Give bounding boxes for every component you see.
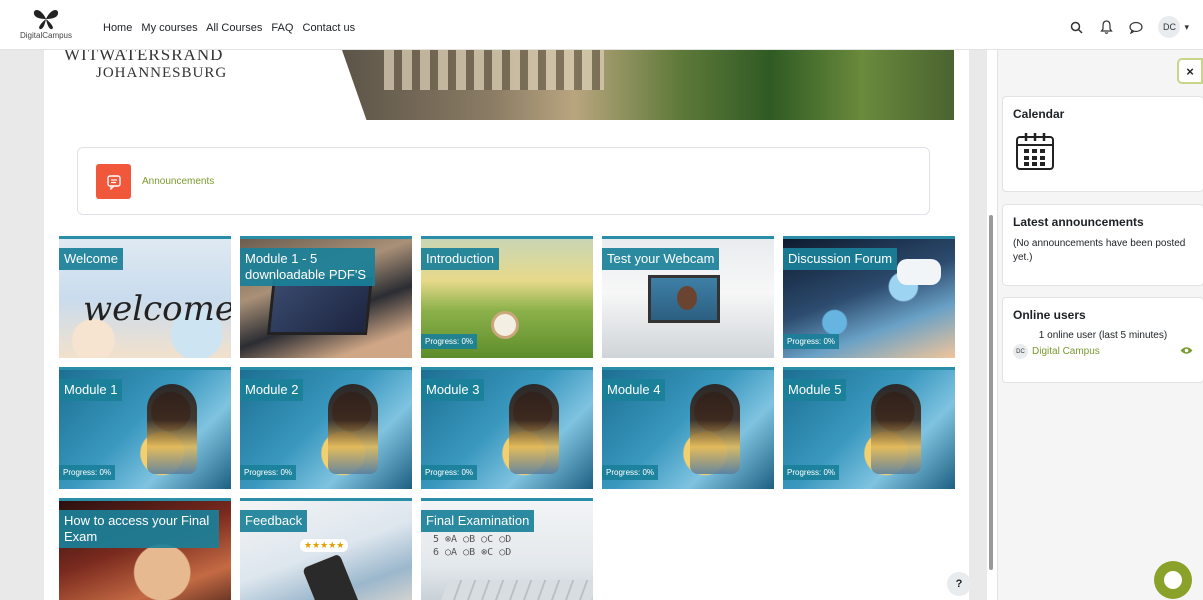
main-nav: Home My courses All Courses FAQ Contact … [103, 22, 361, 34]
webcam-image [648, 275, 720, 323]
person-image [509, 384, 559, 474]
chat-button[interactable] [1154, 561, 1192, 599]
tile-introduction[interactable]: Introduction Progress: 0% [421, 236, 593, 358]
right-drawer: × Calendar Latest announcements (No anno… [997, 50, 1203, 600]
banner-line2: JOHANNESBURG [96, 65, 228, 81]
answer-sheet-image: 5 ⊗A ○B ○C ○D 6 ○A ○B ⊗C ○D [433, 534, 512, 558]
tile-progress: Progress: 0% [783, 465, 840, 480]
calendar-block: Calendar [1002, 96, 1203, 192]
tile-title: Module 2 [240, 379, 304, 401]
tile-access-final-exam[interactable]: How to access your Final Exam [59, 498, 231, 600]
keyboard-image [433, 580, 593, 600]
forum-icon [96, 164, 131, 199]
nav-contact-us[interactable]: Contact us [303, 22, 356, 34]
eye-icon[interactable] [1180, 346, 1193, 358]
tile-progress: Progress: 0% [240, 465, 297, 480]
chevron-down-icon: ▾ [1184, 21, 1189, 32]
banner-text: WITWATERSRAND JOHANNESBURG [64, 50, 227, 82]
content-gutter [969, 50, 987, 600]
course-banner: WITWATERSRAND JOHANNESBURG [44, 50, 954, 120]
site-logo[interactable]: DigitalCampus [14, 8, 78, 44]
course-main: WITWATERSRAND JOHANNESBURG Announcements… [44, 50, 969, 600]
tile-title: Module 5 [783, 379, 847, 401]
calendar-icon[interactable] [1013, 129, 1193, 178]
nav-faq[interactable]: FAQ [271, 22, 293, 34]
latest-announcements-body: (No announcements have been posted yet.) [1013, 238, 1186, 263]
scrollbar[interactable] [989, 215, 993, 570]
top-navbar: DigitalCampus Home My courses All Course… [0, 0, 1203, 50]
tile-title: Introduction [421, 248, 499, 270]
tile-title: How to access your Final Exam [59, 510, 219, 548]
announcements-card[interactable]: Announcements [77, 147, 930, 215]
tile-title: Module 4 [602, 379, 666, 401]
calendar-title: Calendar [1013, 107, 1065, 121]
banner-line1: WITWATERSRAND [64, 50, 224, 64]
person-image [871, 384, 921, 474]
latest-announcements-block: Latest announcements (No announcements h… [1002, 204, 1203, 286]
tile-title: Discussion Forum [783, 248, 898, 270]
nav-all-courses[interactable]: All Courses [206, 22, 262, 34]
tile-progress: Progress: 0% [421, 334, 478, 349]
avatar: DC [1013, 344, 1028, 359]
message-icon[interactable] [1128, 19, 1144, 35]
tile-title: Module 1 - 5 downloadable PDF'S [240, 248, 375, 286]
tile-progress: Progress: 0% [59, 465, 116, 480]
latest-announcements-title: Latest announcements [1013, 215, 1144, 229]
star-rating-image: ★★★★★ [300, 539, 349, 552]
banner-pillars [384, 50, 604, 90]
tile-module-pdfs[interactable]: Module 1 - 5 downloadable PDF'S [240, 236, 412, 358]
tile-title: Final Examination [421, 510, 535, 532]
nav-home[interactable]: Home [103, 22, 132, 34]
search-icon[interactable] [1068, 19, 1084, 35]
tile-module-5[interactable]: Module 5 Progress: 0% [783, 367, 955, 489]
tile-progress: Progress: 0% [783, 334, 840, 349]
tile-title: Module 3 [421, 379, 485, 401]
avatar: DC [1158, 16, 1181, 38]
tile-welcome[interactable]: welcome Welcome [59, 236, 231, 358]
tile-title: Welcome [59, 248, 123, 270]
online-users-count: 1 online user (last 5 minutes) [1038, 330, 1168, 341]
bell-icon[interactable] [1098, 19, 1114, 35]
online-users-title: Online users [1013, 308, 1086, 322]
person-image [328, 384, 378, 474]
online-user-link[interactable]: Digital Campus [1032, 346, 1100, 357]
top-actions: DC ▾ [1068, 16, 1189, 38]
tile-module-3[interactable]: Module 3 Progress: 0% [421, 367, 593, 489]
tile-title: Module 1 [59, 379, 123, 401]
compass-image [491, 311, 519, 339]
tile-test-webcam[interactable]: Test your Webcam [602, 236, 774, 358]
tile-module-4[interactable]: Module 4 Progress: 0% [602, 367, 774, 489]
left-margin [0, 50, 44, 600]
tile-module-1[interactable]: Module 1 Progress: 0% [59, 367, 231, 489]
tile-progress: Progress: 0% [421, 465, 478, 480]
person-image [147, 384, 197, 474]
user-menu[interactable]: DC ▾ [1158, 16, 1189, 38]
tile-module-2[interactable]: Module 2 Progress: 0% [240, 367, 412, 489]
help-button[interactable]: ? [947, 572, 971, 596]
logo-text: DigitalCampus [19, 31, 73, 40]
tile-discussion-forum[interactable]: Discussion Forum Progress: 0% [783, 236, 955, 358]
tile-progress: Progress: 0% [602, 465, 659, 480]
announcements-link[interactable]: Announcements [142, 176, 214, 187]
face-image [677, 286, 697, 310]
welcome-script-image: welcome [83, 289, 231, 329]
tile-title: Test your Webcam [602, 248, 720, 270]
tile-feedback[interactable]: ★★★★★ Feedback [240, 498, 412, 600]
online-users-block: Online users 1 online user (last 5 minut… [1002, 297, 1203, 383]
chat-bubble-image [897, 259, 941, 285]
butterfly-icon [33, 9, 59, 30]
person-image [690, 384, 740, 474]
tile-final-examination[interactable]: 5 ⊗A ○B ○C ○D 6 ○A ○B ⊗C ○D Final Examina… [421, 498, 593, 600]
tile-title: Feedback [240, 510, 308, 532]
close-drawer-button[interactable]: × [1177, 58, 1203, 84]
nav-my-courses[interactable]: My courses [141, 22, 197, 34]
online-user-row: DC Digital Campus [1013, 344, 1193, 359]
chat-icon [1164, 571, 1182, 589]
